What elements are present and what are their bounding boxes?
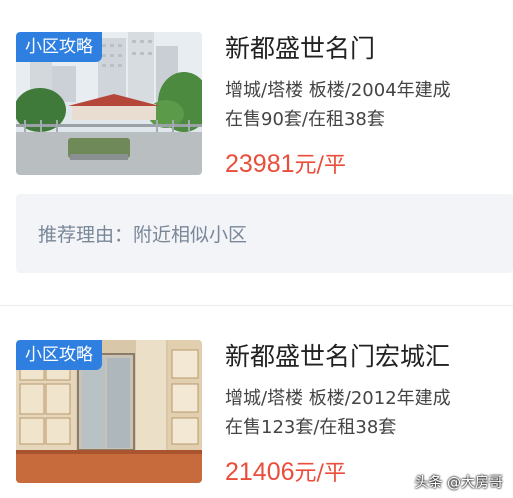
- divider: [0, 305, 513, 306]
- listing-price: 23981元/平: [225, 147, 513, 179]
- price-number: 23981: [225, 150, 295, 178]
- listing-title[interactable]: 新都盛世名门宏城汇: [225, 342, 513, 372]
- listing-meta-sale-rent: 在售90套/在租38套: [225, 109, 385, 130]
- price-unit: 元/平: [294, 461, 346, 486]
- listing-meta-sale-rent: 在售123套/在租38套: [225, 417, 397, 438]
- listing-meta-type-year: 增城/塔楼 板楼/2004年建成: [225, 80, 451, 101]
- listing-meta-type-year: 增城/塔楼 板楼/2012年建成: [225, 388, 451, 409]
- strategy-tag: 小区攻略: [16, 32, 102, 62]
- watermark: 头条 @大房哥: [414, 475, 503, 491]
- listing-title[interactable]: 新都盛世名门: [225, 34, 513, 64]
- strategy-tag: 小区攻略: [16, 340, 102, 370]
- price-unit: 元/平: [294, 153, 346, 178]
- price-number: 21406: [225, 458, 295, 486]
- recommendation-banner: 推荐理由：附近相似小区: [16, 194, 513, 273]
- recommendation-text: 推荐理由：附近相似小区: [38, 224, 248, 246]
- listing-photo-2[interactable]: 小区攻略: [16, 340, 202, 483]
- listing-photo-1[interactable]: 小区攻略: [16, 32, 202, 175]
